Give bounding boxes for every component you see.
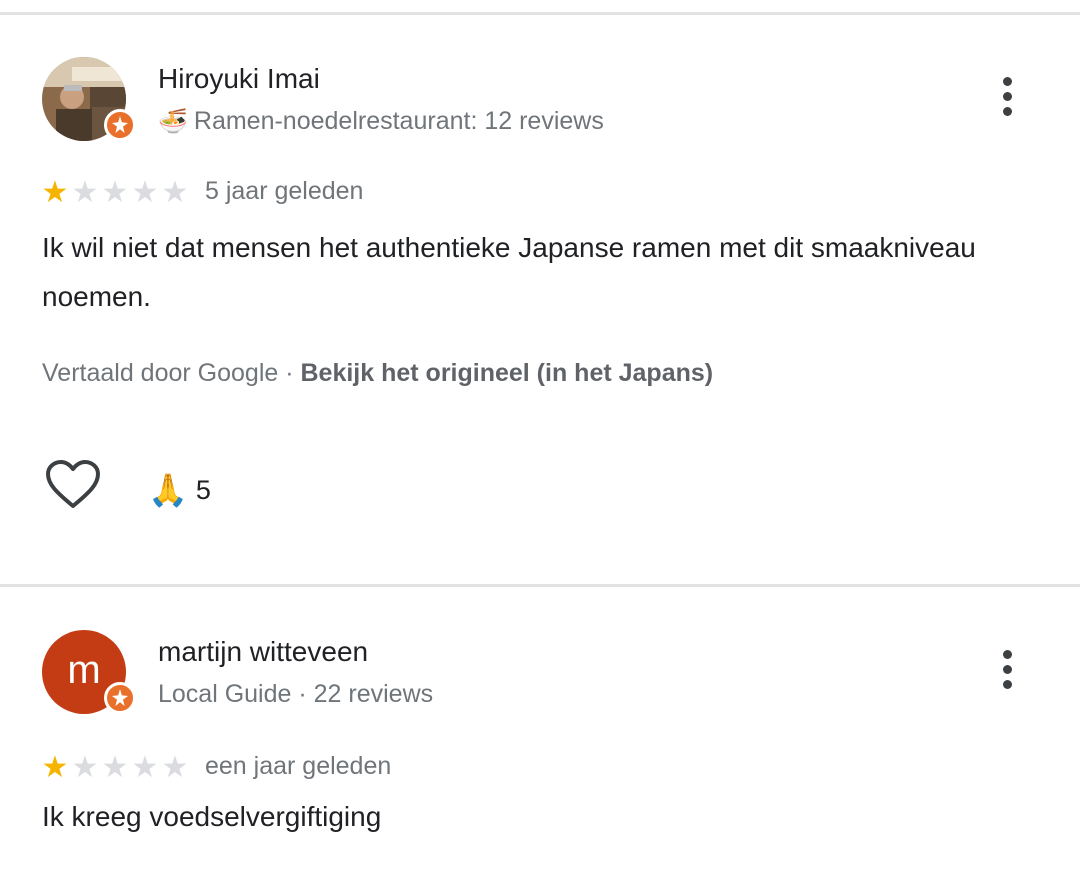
avatar[interactable] [42, 57, 136, 141]
star-empty-icon: ★ [101, 176, 129, 209]
star-rating: ★ ★ ★ ★ ★ [40, 753, 190, 783]
reviewer-name[interactable]: Hiroyuki Imai [158, 63, 320, 95]
review-date: 5 jaar geleden [205, 177, 364, 205]
star-empty-icon: ★ [131, 176, 159, 209]
local-guide-star-icon [104, 682, 136, 714]
review-divider [0, 584, 1080, 587]
translation-notice: Vertaald door Google · Bekijk het origin… [42, 359, 713, 388]
star-empty-icon: ★ [131, 751, 159, 784]
review-text: Ik wil niet dat mensen het authentieke J… [42, 232, 976, 312]
review-card: Hiroyuki Imai 🍜 Ramen-noedelrestaurant: … [0, 57, 1080, 527]
heart-outline-icon[interactable] [44, 459, 102, 511]
star-empty-icon: ★ [101, 751, 129, 784]
reviewer-stats: Local Guide · 22 reviews [158, 680, 434, 708]
local-guide-star-icon [104, 109, 136, 141]
reaction-count: 5 [195, 474, 211, 505]
reaction-chip[interactable]: 🙏 5 [148, 471, 211, 509]
reviewer-subtitle[interactable]: Local Guide · 22 reviews [158, 680, 433, 709]
reviewer-name[interactable]: martijn witteveen [158, 636, 368, 668]
star-empty-icon: ★ [71, 751, 99, 784]
star-empty-icon: ★ [161, 176, 189, 209]
top-divider [0, 12, 1080, 15]
reviewer-subtitle[interactable]: 🍜 Ramen-noedelrestaurant: 12 reviews [158, 107, 604, 136]
review-text: Ik kreeg voedselvergiftiging [42, 801, 382, 832]
star-filled-icon: ★ [41, 751, 69, 784]
more-vert-icon[interactable] [990, 650, 1024, 700]
view-original-link[interactable]: Bekijk het origineel (in het Japans) [301, 359, 714, 387]
reviewer-stats: Ramen-noedelrestaurant: 12 reviews [193, 107, 604, 135]
ramen-bowl-icon: 🍜 [158, 108, 188, 135]
star-rating: ★ ★ ★ ★ ★ [40, 178, 190, 208]
more-vert-icon[interactable] [990, 77, 1024, 127]
avatar[interactable]: m [42, 630, 136, 714]
review-date: een jaar geleden [205, 752, 392, 780]
star-filled-icon: ★ [41, 176, 69, 209]
star-empty-icon: ★ [71, 176, 99, 209]
star-empty-icon: ★ [161, 751, 189, 784]
folded-hands-icon: 🙏 [148, 472, 188, 508]
translated-label: Vertaald door Google · [42, 359, 301, 387]
review-card: m martijn witteveen Local Guide · 22 rev… [0, 630, 1080, 891]
